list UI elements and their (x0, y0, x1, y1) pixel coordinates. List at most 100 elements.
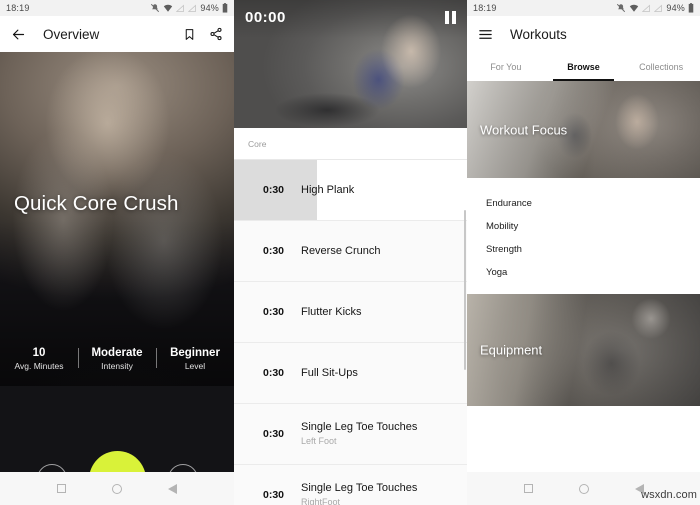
pause-icon (452, 11, 456, 24)
table-row[interactable]: 0:30 Single Leg Toe Touches RightFoot (234, 465, 467, 505)
android-nav-bar (0, 472, 234, 505)
table-row[interactable]: 0:30 Flutter Kicks (234, 282, 467, 343)
music-button[interactable] (167, 464, 198, 472)
mute-icon (151, 3, 160, 13)
exercise-name: Single Leg Toe Touches (301, 421, 418, 433)
exercise-time: 0:30 (262, 367, 284, 379)
exercise-list[interactable]: 0:30 High Plank 0:30 Reverse Crunch 0:30… (234, 160, 467, 505)
workout-title: Quick Core Crush (14, 192, 179, 215)
wifi-icon (164, 4, 173, 12)
start-button[interactable]: Start (88, 450, 146, 472)
scrollbar[interactable] (464, 210, 466, 370)
table-row[interactable]: 0:30 Reverse Crunch (234, 221, 467, 282)
tab-browse[interactable]: Browse (545, 52, 623, 81)
circle-home-icon[interactable] (112, 483, 122, 494)
list-item[interactable]: Endurance (467, 192, 700, 215)
exercise-body: High Plank (293, 183, 354, 197)
battery-percent: 94% (666, 3, 685, 13)
signal-icon (188, 4, 197, 12)
status-bar: 18:19 94% (0, 0, 234, 16)
battery-icon (688, 3, 694, 13)
exercise-name: Single Leg Toe Touches (301, 482, 418, 494)
stat-value: Beginner (170, 347, 220, 359)
bookmark-icon[interactable] (183, 28, 196, 41)
back-arrow-icon[interactable] (11, 27, 26, 42)
list-item[interactable]: Strength (467, 238, 700, 261)
exercise-body: Single Leg Toe Touches RightFoot (293, 481, 417, 505)
panel-workouts: 18:19 94% Workouts For You Browse Collec… (467, 0, 700, 505)
page-title: Workouts (510, 26, 567, 42)
watermark: wsxdn.com (641, 489, 697, 501)
stat-value: Moderate (91, 347, 143, 359)
tab-for-you[interactable]: For You (467, 52, 545, 81)
workouts-app-bar: Workouts (467, 16, 700, 52)
share-icon[interactable] (209, 27, 223, 41)
exercise-body: Full Sit-Ups (293, 366, 358, 380)
exercise-body: Reverse Crunch (293, 244, 380, 258)
workouts-tabs: For You Browse Collections (467, 52, 700, 81)
exercise-time: 0:30 (262, 306, 284, 318)
list-item[interactable]: Mobility (467, 215, 700, 238)
signal-icon (654, 4, 663, 12)
workout-hero-image: Quick Core Crush 10 Avg. Minutes Moderat… (0, 52, 234, 472)
circle-home-icon[interactable] (578, 483, 589, 494)
pause-button[interactable] (445, 11, 456, 24)
table-row[interactable]: 0:30 Full Sit-Ups (234, 343, 467, 404)
signal-icon (176, 4, 185, 12)
stat-label: Intensity (101, 361, 133, 371)
equipment-card[interactable]: Equipment (467, 294, 700, 406)
mute-icon (617, 3, 626, 13)
table-row[interactable]: 0:30 Single Leg Toe Touches Left Foot (234, 404, 467, 465)
settings-button[interactable] (36, 464, 67, 472)
status-icons: 94% (150, 3, 228, 13)
card-title: Workout Focus (480, 122, 568, 137)
workout-controls: Start (0, 440, 234, 472)
exercise-time: 0:30 (262, 245, 284, 257)
stat-value: 10 (32, 347, 46, 359)
tab-collections[interactable]: Collections (622, 52, 700, 81)
exercise-name: Reverse Crunch (301, 245, 381, 257)
panel-player: 00:00 Core 0:30 High Plank 0:30 Reverse … (234, 0, 467, 505)
page-title: Overview (43, 26, 100, 42)
exercise-time: 0:30 (262, 184, 284, 196)
exercise-name: Flutter Kicks (301, 306, 362, 318)
status-icons: 94% (616, 3, 694, 13)
stat-intensity: Moderate Intensity (78, 346, 156, 372)
stat-label: Level (184, 361, 206, 371)
exercise-section-header: Core (234, 128, 467, 160)
battery-icon (222, 3, 228, 13)
exercise-time: 0:30 (262, 489, 284, 501)
panel-overview: 18:19 94% Overview Quick Core Crush 10 A… (0, 0, 234, 505)
list-item[interactable]: Yoga (467, 261, 700, 284)
status-bar: 18:19 94% (467, 0, 700, 16)
workout-focus-card[interactable]: Workout Focus (467, 81, 700, 178)
screenshot-root: 18:19 94% Overview Quick Core Crush 10 A… (0, 0, 700, 505)
workout-stats: 10 Avg. Minutes Moderate Intensity Begin… (0, 346, 234, 372)
workout-timer: 00:00 (245, 9, 286, 26)
exercise-body: Single Leg Toe Touches Left Foot (293, 420, 417, 448)
hamburger-menu-icon[interactable] (478, 27, 493, 42)
exercise-name: High Plank (301, 184, 355, 196)
signal-icon (642, 4, 651, 12)
status-clock: 18:19 (6, 3, 30, 13)
exercise-subtitle: RightFoot (301, 497, 341, 505)
stat-label: Avg. Minutes (14, 361, 64, 371)
table-row[interactable]: 0:30 High Plank (234, 160, 467, 221)
exercise-time: 0:30 (262, 428, 284, 440)
stat-level: Beginner Level (156, 346, 234, 372)
exercise-name: Full Sit-Ups (301, 367, 358, 379)
workout-focus-list: Endurance Mobility Strength Yoga (467, 178, 700, 294)
square-recents-icon[interactable] (523, 484, 533, 493)
exercise-body: Flutter Kicks (293, 305, 362, 319)
exercise-subtitle: Left Foot (301, 436, 337, 446)
status-clock: 18:19 (473, 3, 497, 13)
square-recents-icon[interactable] (57, 484, 66, 493)
pause-icon (445, 11, 449, 24)
battery-percent: 94% (200, 3, 219, 13)
stat-duration: 10 Avg. Minutes (0, 346, 78, 372)
wifi-icon (630, 4, 639, 12)
exercise-video-preview[interactable]: 00:00 (234, 0, 467, 128)
card-title: Equipment (480, 342, 543, 358)
triangle-back-icon[interactable] (168, 483, 177, 494)
overview-app-bar: Overview (0, 16, 234, 52)
